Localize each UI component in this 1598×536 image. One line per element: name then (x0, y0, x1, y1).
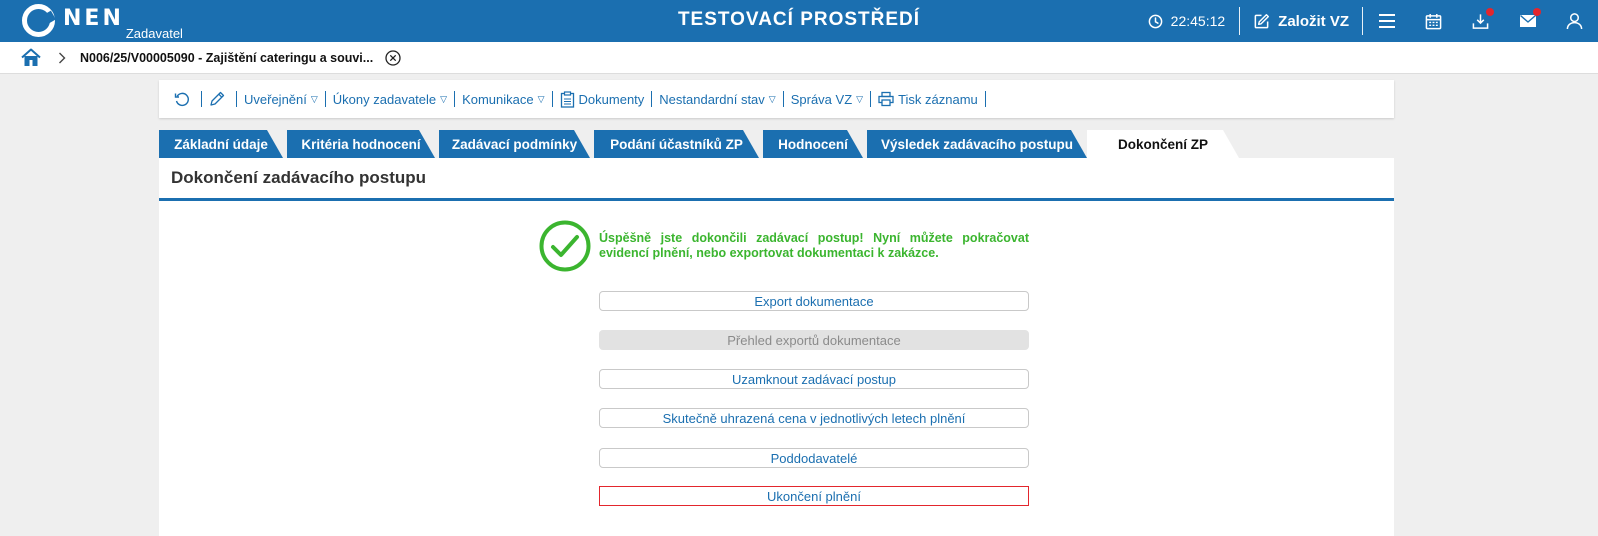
success-message: Úspěšně jste dokončili zadávací postup! … (539, 220, 1029, 272)
subcontractors-button[interactable]: Poddodavatelé (599, 448, 1029, 468)
home-icon (21, 48, 41, 66)
tab-evaluation[interactable]: Hodnocení (763, 130, 863, 158)
edit-button[interactable] (202, 91, 236, 107)
export-overview-button: Přehled exportů dokumentace (599, 330, 1029, 350)
downloads-button[interactable] (1457, 0, 1504, 42)
clock-time: 22:45:12 (1170, 13, 1226, 29)
dropdown-triangle-icon: ▽ (537, 93, 545, 104)
menu-nonstandard-label: Nestandardní stav (659, 91, 765, 107)
mail-alert-badge (1533, 8, 1541, 16)
menu-actions-label: Úkony zadavatele (332, 91, 437, 107)
menu-button[interactable] (1363, 0, 1410, 42)
toolbar-divider (984, 91, 986, 107)
home-button[interactable] (20, 47, 42, 69)
refresh-button[interactable] (167, 91, 201, 107)
dropdown-triangle-icon: ▽ (310, 93, 318, 104)
dropdown-triangle-icon: ▽ (440, 93, 448, 104)
nen-logo[interactable]: NEN Zadavatel (22, 4, 183, 41)
session-clock: 22:45:12 (1148, 13, 1226, 29)
menu-actions[interactable]: Úkony zadavatele ▽ (326, 92, 454, 107)
record-tabs: Základní údaje Kritéria hodnocení Zadáva… (159, 130, 1394, 158)
menu-print-label: Tisk záznamu (898, 91, 978, 107)
messages-button[interactable] (1504, 0, 1551, 42)
clock-icon (1148, 14, 1162, 28)
menu-admin[interactable]: Správa VZ ▽ (784, 92, 870, 107)
tab-completion[interactable]: Dokončení ZP (1087, 130, 1239, 158)
logo-mark-icon (22, 4, 55, 37)
logo-text: NEN (63, 6, 124, 31)
menu-icon (1378, 14, 1395, 28)
user-button[interactable] (1551, 0, 1598, 42)
lock-procedure-button[interactable]: Uzamknout zadávací postup (599, 369, 1029, 389)
menu-print[interactable]: Tisk záznamu (871, 91, 985, 107)
chevron-right-icon (58, 52, 66, 64)
create-vz-button[interactable]: Založit VZ (1240, 13, 1362, 30)
clipboard-icon (560, 90, 574, 108)
breadcrumb-item[interactable]: N006/25/V00005090 - Zajištění cateringu … (80, 51, 373, 65)
user-icon (1566, 13, 1583, 30)
check-circle-icon (539, 220, 591, 272)
tab-evaluation-criteria[interactable]: Kritéria hodnocení (287, 130, 435, 158)
download-alert-badge (1486, 8, 1494, 16)
calendar-button[interactable] (1410, 0, 1457, 42)
success-text: Úspěšně jste dokončili zadávací postup! … (599, 231, 1029, 260)
create-vz-label: Založit VZ (1278, 12, 1349, 30)
menu-publish-label: Uveřejnění (244, 91, 307, 107)
menu-admin-label: Správa VZ (790, 91, 853, 107)
tab-participant-submissions[interactable]: Podání účastníků ZP (594, 130, 759, 158)
pencil-icon (210, 91, 225, 106)
record-toolbar: Uveřejnění ▽ Úkony zadavatele ▽ Komunikace… (159, 80, 1394, 118)
menu-communication-label: Komunikace (462, 91, 534, 107)
header-divider (1239, 7, 1241, 35)
dropdown-triangle-icon: ▽ (856, 93, 864, 104)
breadcrumb: N006/25/V00005090 - Zajištění cateringu … (0, 42, 1598, 74)
tab-basic-info[interactable]: Základní údaje (159, 130, 283, 158)
export-documentation-button[interactable]: Export dokumentace (599, 291, 1029, 311)
dropdown-triangle-icon: ▽ (768, 93, 776, 104)
menu-publish[interactable]: Uveřejnění ▽ (237, 92, 325, 107)
mail-icon (1519, 14, 1536, 27)
menu-documents[interactable]: Dokumenty (553, 90, 652, 108)
close-tab-icon[interactable] (385, 49, 401, 66)
menu-nonstandard-state[interactable]: Nestandardní stav ▽ (652, 92, 782, 107)
calendar-icon (1425, 13, 1442, 29)
end-fulfillment-button[interactable]: Ukončení plnění (599, 486, 1029, 506)
menu-documents-label: Dokumenty (578, 91, 645, 107)
logo-subtitle: Zadavatel (125, 26, 183, 41)
completion-panel: Dokončení zadávacího postupu Úspěšně jst… (159, 158, 1394, 536)
refresh-icon (174, 92, 189, 107)
printer-icon (878, 91, 894, 107)
tab-tender-conditions[interactable]: Zadávací podmínky (439, 130, 590, 158)
actual-price-button[interactable]: Skutečně uhrazená cena v jednotlivých le… (599, 408, 1029, 428)
edit-icon (1254, 13, 1270, 28)
tab-procedure-result[interactable]: Výsledek zadávacího postupu (867, 130, 1087, 158)
page-title: Dokončení zadávacího postupu (159, 158, 1394, 201)
header-actions: 22:45:12 Založit VZ (1148, 0, 1598, 42)
top-header: NEN Zadavatel TESTOVACÍ PROSTŘEDÍ 22:45:… (0, 0, 1598, 42)
menu-communication[interactable]: Komunikace ▽ (455, 92, 551, 107)
